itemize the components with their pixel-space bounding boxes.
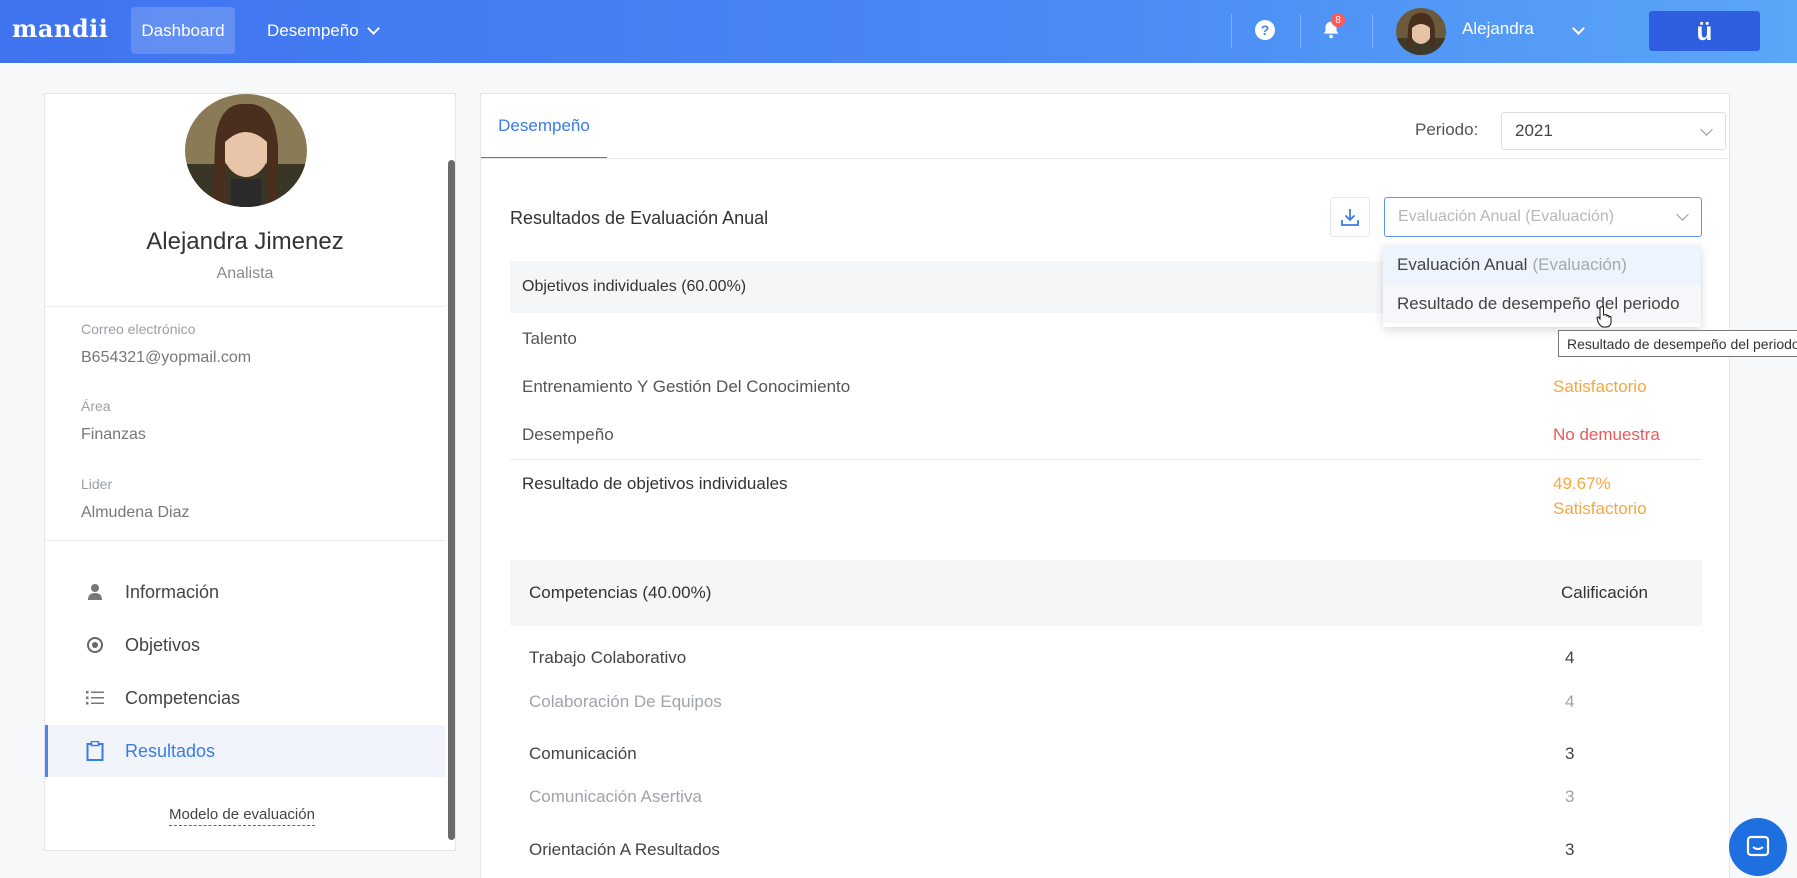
period-label: Periodo: xyxy=(1415,120,1479,139)
download-icon xyxy=(1341,209,1359,226)
competencies-col-header: Calificación xyxy=(1561,583,1648,602)
leader-label: Lider xyxy=(81,476,113,492)
user-avatar[interactable] xyxy=(1396,8,1446,55)
tooltip: Resultado de desempeño del periodo xyxy=(1558,330,1797,357)
profile-name: Alejandra Jimenez xyxy=(146,228,344,255)
competency-score: 4 xyxy=(1565,692,1575,711)
dropdown-option-evaluacion-anual[interactable]: Evaluación Anual (Evaluación) xyxy=(1383,245,1701,284)
sidebar-item-label: Competencias xyxy=(125,687,241,708)
table-row: Colaboración De Equipos 4 xyxy=(510,683,1702,723)
option-sub-label: (Evaluación) xyxy=(1532,254,1627,274)
nav-dashboard[interactable]: Dashboard xyxy=(131,7,235,54)
objective-label: Desempeño xyxy=(522,425,614,444)
evaluation-select[interactable]: Evaluación Anual (Evaluación) xyxy=(1384,197,1702,237)
objectives-result-rating: Satisfactorio xyxy=(1553,499,1647,518)
table-row: Trabajo Colaborativo 4 xyxy=(510,639,1702,679)
chevron-down-icon[interactable] xyxy=(1572,22,1585,35)
table-row: Comunicación Asertiva 3 xyxy=(510,778,1702,818)
user-name[interactable]: Alejandra xyxy=(1462,19,1534,39)
competency-score: 3 xyxy=(1565,787,1575,806)
clipboard-icon xyxy=(85,741,105,761)
section-title: Resultados de Evaluación Anual xyxy=(510,208,769,228)
evaluation-select-value: Evaluación Anual (Evaluación) xyxy=(1398,208,1615,225)
competencies-header: Competencias (40.00%) Calificación xyxy=(510,560,1702,626)
competency-label: Trabajo Colaborativo xyxy=(529,648,687,667)
sidebar-item-label: Resultados xyxy=(125,740,216,761)
evaluation-dropdown: Evaluación Anual (Evaluación) Resultado … xyxy=(1383,245,1701,327)
option-main-label: Resultado de desempeño del periodo xyxy=(1397,293,1680,313)
nav-desempeno-label: Desempeño xyxy=(267,20,359,40)
objective-label: Talento xyxy=(522,329,577,348)
objectives-result-percent: 49.67% xyxy=(1553,474,1611,493)
chevron-down-icon xyxy=(1700,123,1713,136)
divider xyxy=(1372,14,1373,48)
option-main-label: Evaluación Anual xyxy=(1397,254,1528,274)
sidebar-item-objetivos[interactable]: Objetivos xyxy=(45,619,445,671)
table-row: Orientación A Resultados 3 xyxy=(510,831,1702,871)
evaluation-model-link[interactable]: Modelo de evaluación xyxy=(169,806,315,826)
competency-label: Orientación A Resultados xyxy=(529,840,720,859)
leader-value: Almudena Diaz xyxy=(81,504,190,521)
objective-label: Entrenamiento Y Gestión Del Conocimiento xyxy=(522,377,851,396)
divider xyxy=(45,306,445,307)
chat-icon xyxy=(1746,835,1770,857)
competency-label: Comunicación Asertiva xyxy=(529,787,702,806)
scrollbar[interactable] xyxy=(448,160,455,840)
hand-cursor-icon xyxy=(1596,306,1612,328)
area-label: Área xyxy=(81,398,111,414)
chevron-down-icon xyxy=(366,21,380,35)
table-row: Desempeño No demuestra xyxy=(510,412,1702,460)
profile-avatar xyxy=(185,94,307,207)
sidebar-item-competencias[interactable]: Competencias xyxy=(45,672,445,724)
tab-desempeno[interactable]: Desempeño xyxy=(481,94,607,159)
help-icon[interactable]: ? xyxy=(1255,20,1275,40)
objective-value: Satisfactorio xyxy=(1553,377,1647,396)
sidebar-item-label: Información xyxy=(125,581,220,602)
divider xyxy=(510,459,1702,460)
chevron-down-icon xyxy=(1676,208,1689,221)
competency-score: 3 xyxy=(1565,840,1575,859)
period-value: 2021 xyxy=(1515,121,1553,140)
sidebar-item-resultados[interactable]: Resultados xyxy=(45,725,445,777)
brand-button[interactable]: ü xyxy=(1649,11,1760,51)
profile-role: Analista xyxy=(216,265,274,282)
dropdown-option-resultado-periodo[interactable]: Resultado de desempeño del periodo xyxy=(1383,284,1701,323)
user-icon xyxy=(85,582,105,602)
divider xyxy=(481,158,1729,159)
results-card: Desempeño Periodo: 2021 Resultados de Ev… xyxy=(480,93,1730,878)
objectives-result-row: Resultado de objetivos individuales 49.6… xyxy=(510,461,1702,531)
table-row: Comunicación 3 xyxy=(510,735,1702,775)
competency-score: 3 xyxy=(1565,744,1575,763)
area-value: Finanzas xyxy=(81,426,146,443)
period-select[interactable]: 2021 xyxy=(1501,112,1726,150)
competencies-title: Competencias (40.00%) xyxy=(529,583,712,602)
sidebar-item-informacion[interactable]: Información xyxy=(45,566,445,618)
email-value: B654321@yopmail.com xyxy=(81,349,252,366)
divider xyxy=(45,540,445,541)
top-navbar: mandii Dashboard Desempeño ? 8 Alejandra… xyxy=(0,0,1797,63)
competency-label: Colaboración De Equipos xyxy=(529,692,722,711)
competency-label: Comunicación xyxy=(529,744,637,763)
sidebar-item-label: Objetivos xyxy=(125,634,201,655)
objective-value: No demuestra xyxy=(1553,425,1660,444)
list-icon xyxy=(85,688,105,708)
notification-badge: 8 xyxy=(1331,13,1345,27)
nav-desempeno[interactable]: Desempeño xyxy=(267,7,380,54)
download-button[interactable] xyxy=(1330,197,1370,237)
chat-button[interactable] xyxy=(1729,818,1787,876)
app-logo[interactable]: mandii xyxy=(12,14,108,43)
email-label: Correo electrónico xyxy=(81,321,196,337)
profile-card: Alejandra Jimenez Analista Correo electr… xyxy=(44,93,456,851)
divider xyxy=(1231,14,1232,48)
table-row: Entrenamiento Y Gestión Del Conocimiento… xyxy=(510,364,1702,412)
divider xyxy=(1300,14,1301,48)
target-icon xyxy=(85,635,105,655)
competency-score: 4 xyxy=(1565,648,1575,667)
objectives-result-label: Resultado de objetivos individuales xyxy=(522,474,788,493)
